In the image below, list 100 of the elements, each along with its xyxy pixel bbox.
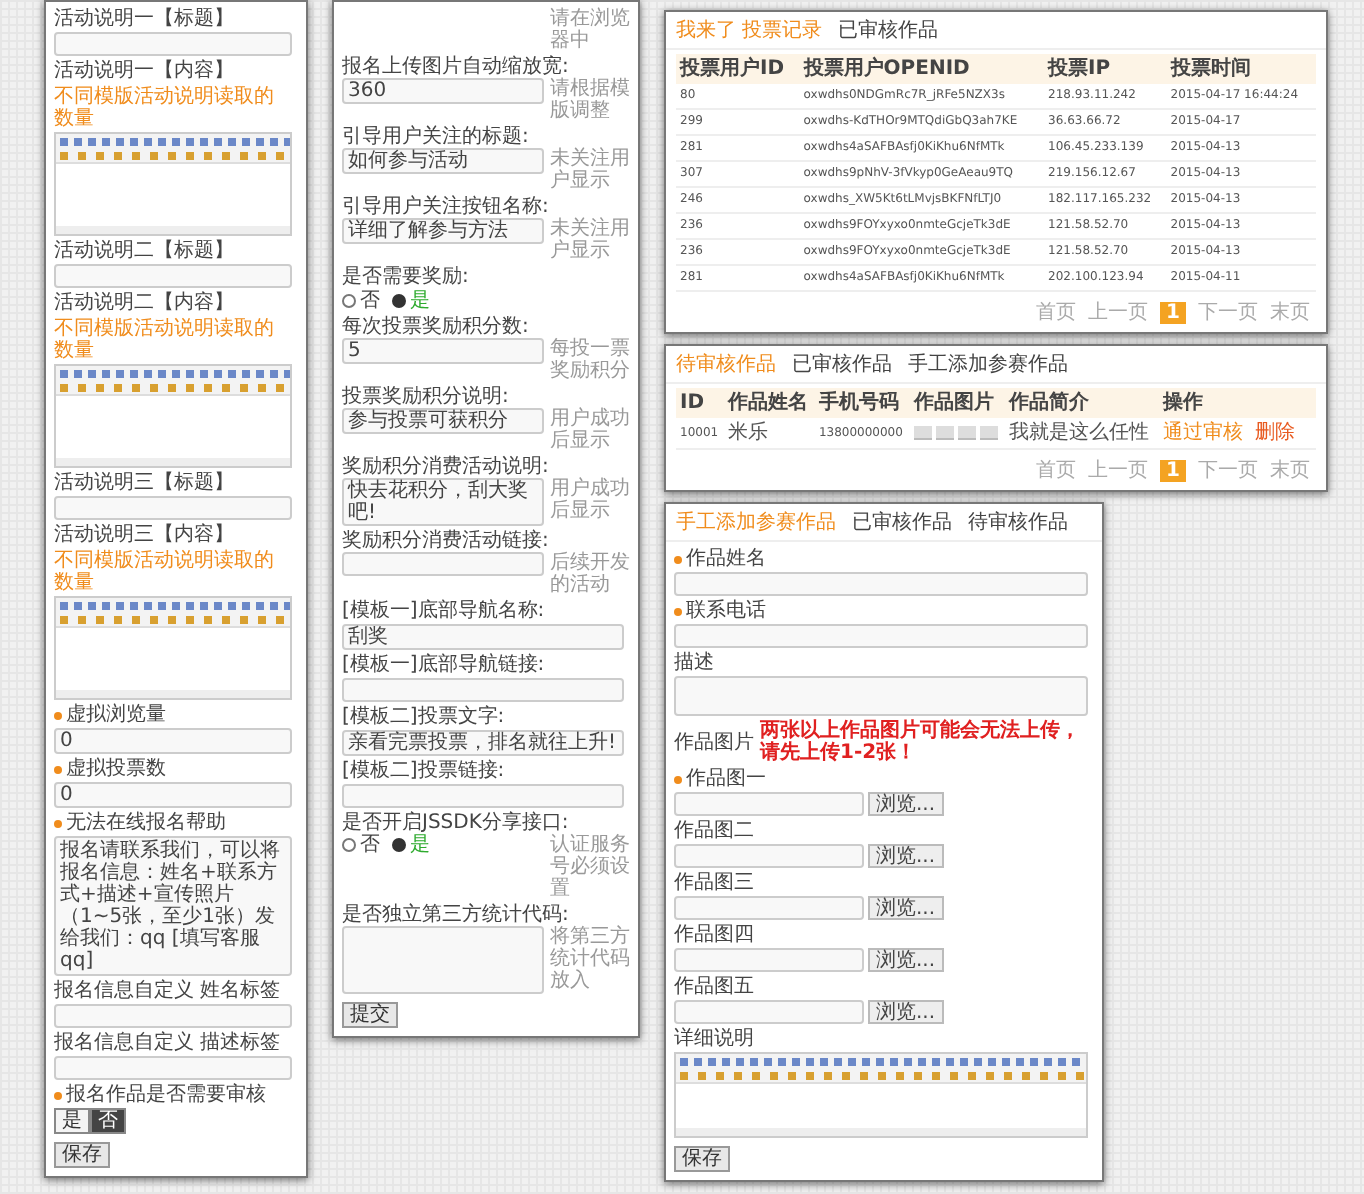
field-label: 引导用户关注按钮名称: — [342, 196, 549, 218]
text-field[interactable] — [342, 678, 624, 702]
hint-text: 不同模版活动说明读取的数量 — [54, 86, 276, 130]
column-header: 投票IP — [1044, 54, 1167, 84]
file-field[interactable] — [674, 844, 864, 868]
field-label: 作品图三 — [674, 872, 754, 894]
text-field[interactable] — [674, 624, 1088, 648]
hint-text: 用户成功后显示 — [550, 478, 630, 522]
radio-button[interactable] — [392, 294, 406, 308]
editor-toolbar[interactable] — [676, 1054, 1086, 1084]
text-field[interactable]: 0 — [54, 782, 292, 808]
rich-text-editor[interactable] — [54, 132, 292, 236]
text-field[interactable] — [342, 552, 544, 576]
rich-text-editor[interactable] — [54, 596, 292, 700]
field-label: [模板一]底部导航名称: — [342, 600, 545, 622]
field-label: 每次投票奖励积分数: — [342, 316, 529, 338]
text-field[interactable] — [342, 784, 624, 808]
submit-button[interactable]: 提交 — [342, 1002, 398, 1028]
text-field[interactable] — [54, 32, 292, 56]
field-label: 活动说明三【标题】 — [54, 472, 234, 494]
submit-button[interactable]: 保存 — [54, 1142, 110, 1168]
hint-text: 后续开发的活动 — [550, 552, 630, 596]
radio-button[interactable] — [342, 294, 356, 308]
text-field[interactable]: 参与投票可获积分 — [342, 408, 544, 434]
rich-text-editor[interactable] — [54, 364, 292, 468]
text-field[interactable] — [54, 496, 292, 520]
table-cell: 米乐 — [723, 418, 815, 449]
editor-toolbar[interactable] — [56, 366, 290, 396]
tab[interactable]: 已审核作品 — [838, 20, 939, 42]
tab[interactable]: 已审核作品 — [792, 354, 892, 376]
field-label: 作品图二 — [674, 820, 754, 842]
text-area[interactable] — [674, 676, 1088, 716]
column-header: 作品姓名 — [723, 388, 815, 418]
toggle-option[interactable]: 是 — [54, 1108, 90, 1134]
field-label: 作品图一 — [686, 768, 766, 790]
rich-text-editor[interactable] — [674, 1052, 1088, 1138]
text-field[interactable]: 如何参与活动 — [342, 148, 544, 174]
radio-button[interactable] — [392, 838, 406, 852]
toggle-option[interactable]: 否 — [90, 1108, 126, 1134]
file-field[interactable] — [674, 1000, 864, 1024]
hint-text: 认证服务号必须设置 — [550, 834, 630, 900]
editor-toolbar[interactable] — [56, 134, 290, 164]
browse-button[interactable]: 浏览... — [868, 896, 944, 920]
tab[interactable]: 手工添加参赛作品 — [908, 354, 1068, 376]
browse-button[interactable]: 浏览... — [868, 792, 944, 816]
hint-text: 用户成功后显示 — [550, 408, 630, 452]
browse-button[interactable]: 浏览... — [868, 948, 944, 972]
file-field[interactable] — [674, 948, 864, 972]
tab[interactable]: 待审核作品 — [968, 512, 1068, 534]
field-label: 是否独立第三方统计代码: — [342, 904, 569, 926]
browse-button[interactable]: 浏览... — [868, 1000, 944, 1024]
field-label: 是否开启JSSDK分享接口: — [342, 812, 569, 834]
radio-button[interactable] — [342, 838, 356, 852]
text-field[interactable] — [674, 572, 1088, 596]
field-label: 无法在线报名帮助 — [66, 812, 226, 834]
file-field[interactable] — [674, 792, 864, 816]
text-field[interactable] — [54, 1004, 292, 1028]
field-label: 报名信息自定义 姓名标签 — [54, 980, 281, 1002]
field-label: 作品图四 — [674, 924, 754, 946]
file-field[interactable] — [674, 896, 864, 920]
radio-label: 否 — [360, 290, 380, 312]
hint-text: 请根据模版调整 — [550, 78, 630, 122]
field-label: 作品图五 — [674, 976, 754, 998]
radio-label: 否 — [360, 834, 380, 856]
column-header: 作品图片 — [910, 388, 1006, 418]
hint-text: 未关注用户显示 — [550, 148, 630, 192]
radio-label: 是 — [410, 834, 430, 856]
text-area[interactable] — [342, 926, 544, 994]
field-label: 投票奖励积分说明: — [342, 386, 509, 408]
field-label: 活动说明二【内容】 — [54, 292, 234, 314]
field-label: 描述 — [674, 652, 714, 674]
text-field[interactable]: 0 — [54, 728, 292, 754]
text-field[interactable] — [54, 1056, 292, 1080]
tab[interactable]: 已审核作品 — [852, 512, 952, 534]
text-field[interactable] — [54, 264, 292, 288]
field-label: 详细说明 — [674, 1028, 754, 1050]
table-cell: 我就是这么任性 — [1005, 418, 1159, 449]
text-field[interactable]: 5 — [342, 338, 544, 364]
text-area[interactable]: 报名请联系我们，可以将报名信息：姓名+联系方式+描述+宣传照片（1~5张，至少1张）发给我们：qq [填写客服qq] — [54, 836, 292, 976]
text-field[interactable]: 详细了解参与方法 — [342, 218, 544, 244]
text-field[interactable]: 360 — [342, 78, 544, 104]
field-label: 是否需要奖励: — [342, 266, 469, 288]
text-field[interactable]: 亲看完票投票，排名就往上升! — [342, 730, 624, 756]
field-label: [模板二]投票文字: — [342, 706, 505, 728]
field-label: 虚拟浏览量 — [66, 704, 166, 726]
column-header: 投票用户ID — [676, 54, 800, 84]
hint-text: 将第三方统计代码放入 — [550, 926, 630, 992]
submit-button[interactable]: 保存 — [674, 1146, 730, 1172]
column-header: 作品简介 — [1005, 388, 1159, 418]
text-field[interactable]: 刮奖 — [342, 624, 624, 650]
text-field[interactable]: 快去花积分，刮大奖吧! — [342, 478, 544, 526]
column-header: 操作 — [1158, 388, 1316, 418]
column-header: 投票时间 — [1166, 54, 1316, 84]
field-label: 奖励积分消费活动说明: — [342, 456, 549, 478]
field-label: 引导用户关注的标题: — [342, 126, 529, 148]
radio-label: 是 — [410, 290, 430, 312]
browse-button[interactable]: 浏览... — [868, 844, 944, 868]
editor-toolbar[interactable] — [56, 598, 290, 628]
action-link[interactable]: 删除 — [1254, 422, 1295, 444]
column-header: 手机号码 — [814, 388, 911, 418]
